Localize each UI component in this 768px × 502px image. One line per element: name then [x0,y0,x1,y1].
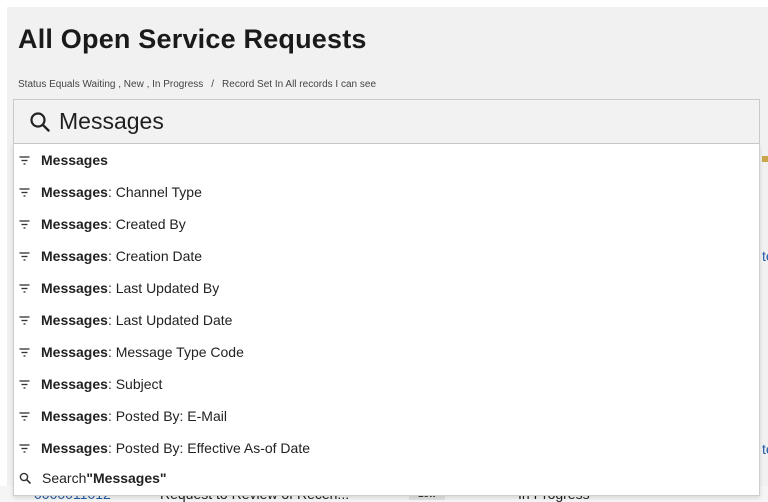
search-icon [19,472,31,484]
page-title: All Open Service Requests [18,24,367,54]
filter-icon [19,315,30,325]
suggestion-list: Messages Messages: Channel Type Messages: … [14,144,759,464]
suggestion-item[interactable]: Messages: Created By [14,208,759,240]
suggestion-attribute: : Posted By: E-Mail [107,408,227,424]
table-cell-link-partial[interactable]: te [762,248,768,264]
filter-icon [19,251,30,261]
window-top-edge [0,0,768,7]
filter-icon [19,443,30,453]
filter-icon [19,347,30,357]
window-left-edge [0,0,7,502]
search-all-term: "Messages" [86,470,167,486]
suggestion-item[interactable]: Messages [14,144,759,176]
suggestion-attribute: : Channel Type [107,184,202,200]
suggestion-attribute: : Last Updated By [107,280,220,296]
search-suggestions-dropdown: Messages Messages: Channel Type Messages: … [13,144,760,496]
search-bar[interactable] [13,99,760,144]
suggestion-item[interactable]: Messages: Last Updated By [14,272,759,304]
suggestion-field: Messages [41,408,108,424]
search-input[interactable] [59,108,699,135]
search-icon [30,111,50,132]
suggestion-attribute: : Posted By: Effective As-of Date [107,440,311,456]
suggestion-item[interactable]: Messages: Posted By: E-Mail [14,400,759,432]
filter-icon [19,411,30,421]
suggestion-field: Messages [41,312,108,328]
suggestion-attribute: : Message Type Code [107,344,244,360]
suggestion-attribute: : Created By [107,216,186,232]
suggestion-field: Messages [41,184,108,200]
filter-record-set: Record Set In All records I can see [222,79,377,90]
suggestion-field: Messages [41,248,108,264]
filter-summary[interactable]: Status Equals Waiting , New , In Progres… [18,79,376,90]
suggestion-item[interactable]: Messages: Creation Date [14,240,759,272]
filter-icon [19,379,30,389]
filter-icon [19,155,30,165]
filter-status: Status Equals Waiting , New , In Progres… [18,79,204,90]
suggestion-item[interactable]: Messages: Message Type Code [14,336,759,368]
suggestion-field: Messages [41,280,108,296]
suggestion-attribute: : Creation Date [107,248,203,264]
row-marker-icon [762,156,768,162]
suggestion-field: Messages [41,376,108,392]
search-all-label: Search [42,470,87,486]
filter-icon [19,187,30,197]
suggestion-item[interactable]: Messages: Subject [14,368,759,400]
suggestion-field: Messages [41,152,108,168]
search-all-option[interactable]: Search "Messages" [14,464,759,492]
suggestion-item[interactable]: Messages: Posted By: Effective As-of Dat… [14,432,759,464]
suggestion-field: Messages [41,216,108,232]
filter-separator: / [211,79,215,90]
suggestion-attribute: : Subject [107,376,163,392]
suggestion-attribute: : Last Updated Date [107,312,233,328]
suggestion-item[interactable]: Messages: Last Updated Date [14,304,759,336]
suggestion-item[interactable]: Messages: Channel Type [14,176,759,208]
filter-icon [19,283,30,293]
table-cell-link-partial[interactable]: te [762,441,768,457]
filter-icon [19,219,30,229]
suggestion-field: Messages [41,440,108,456]
suggestion-field: Messages [41,344,108,360]
